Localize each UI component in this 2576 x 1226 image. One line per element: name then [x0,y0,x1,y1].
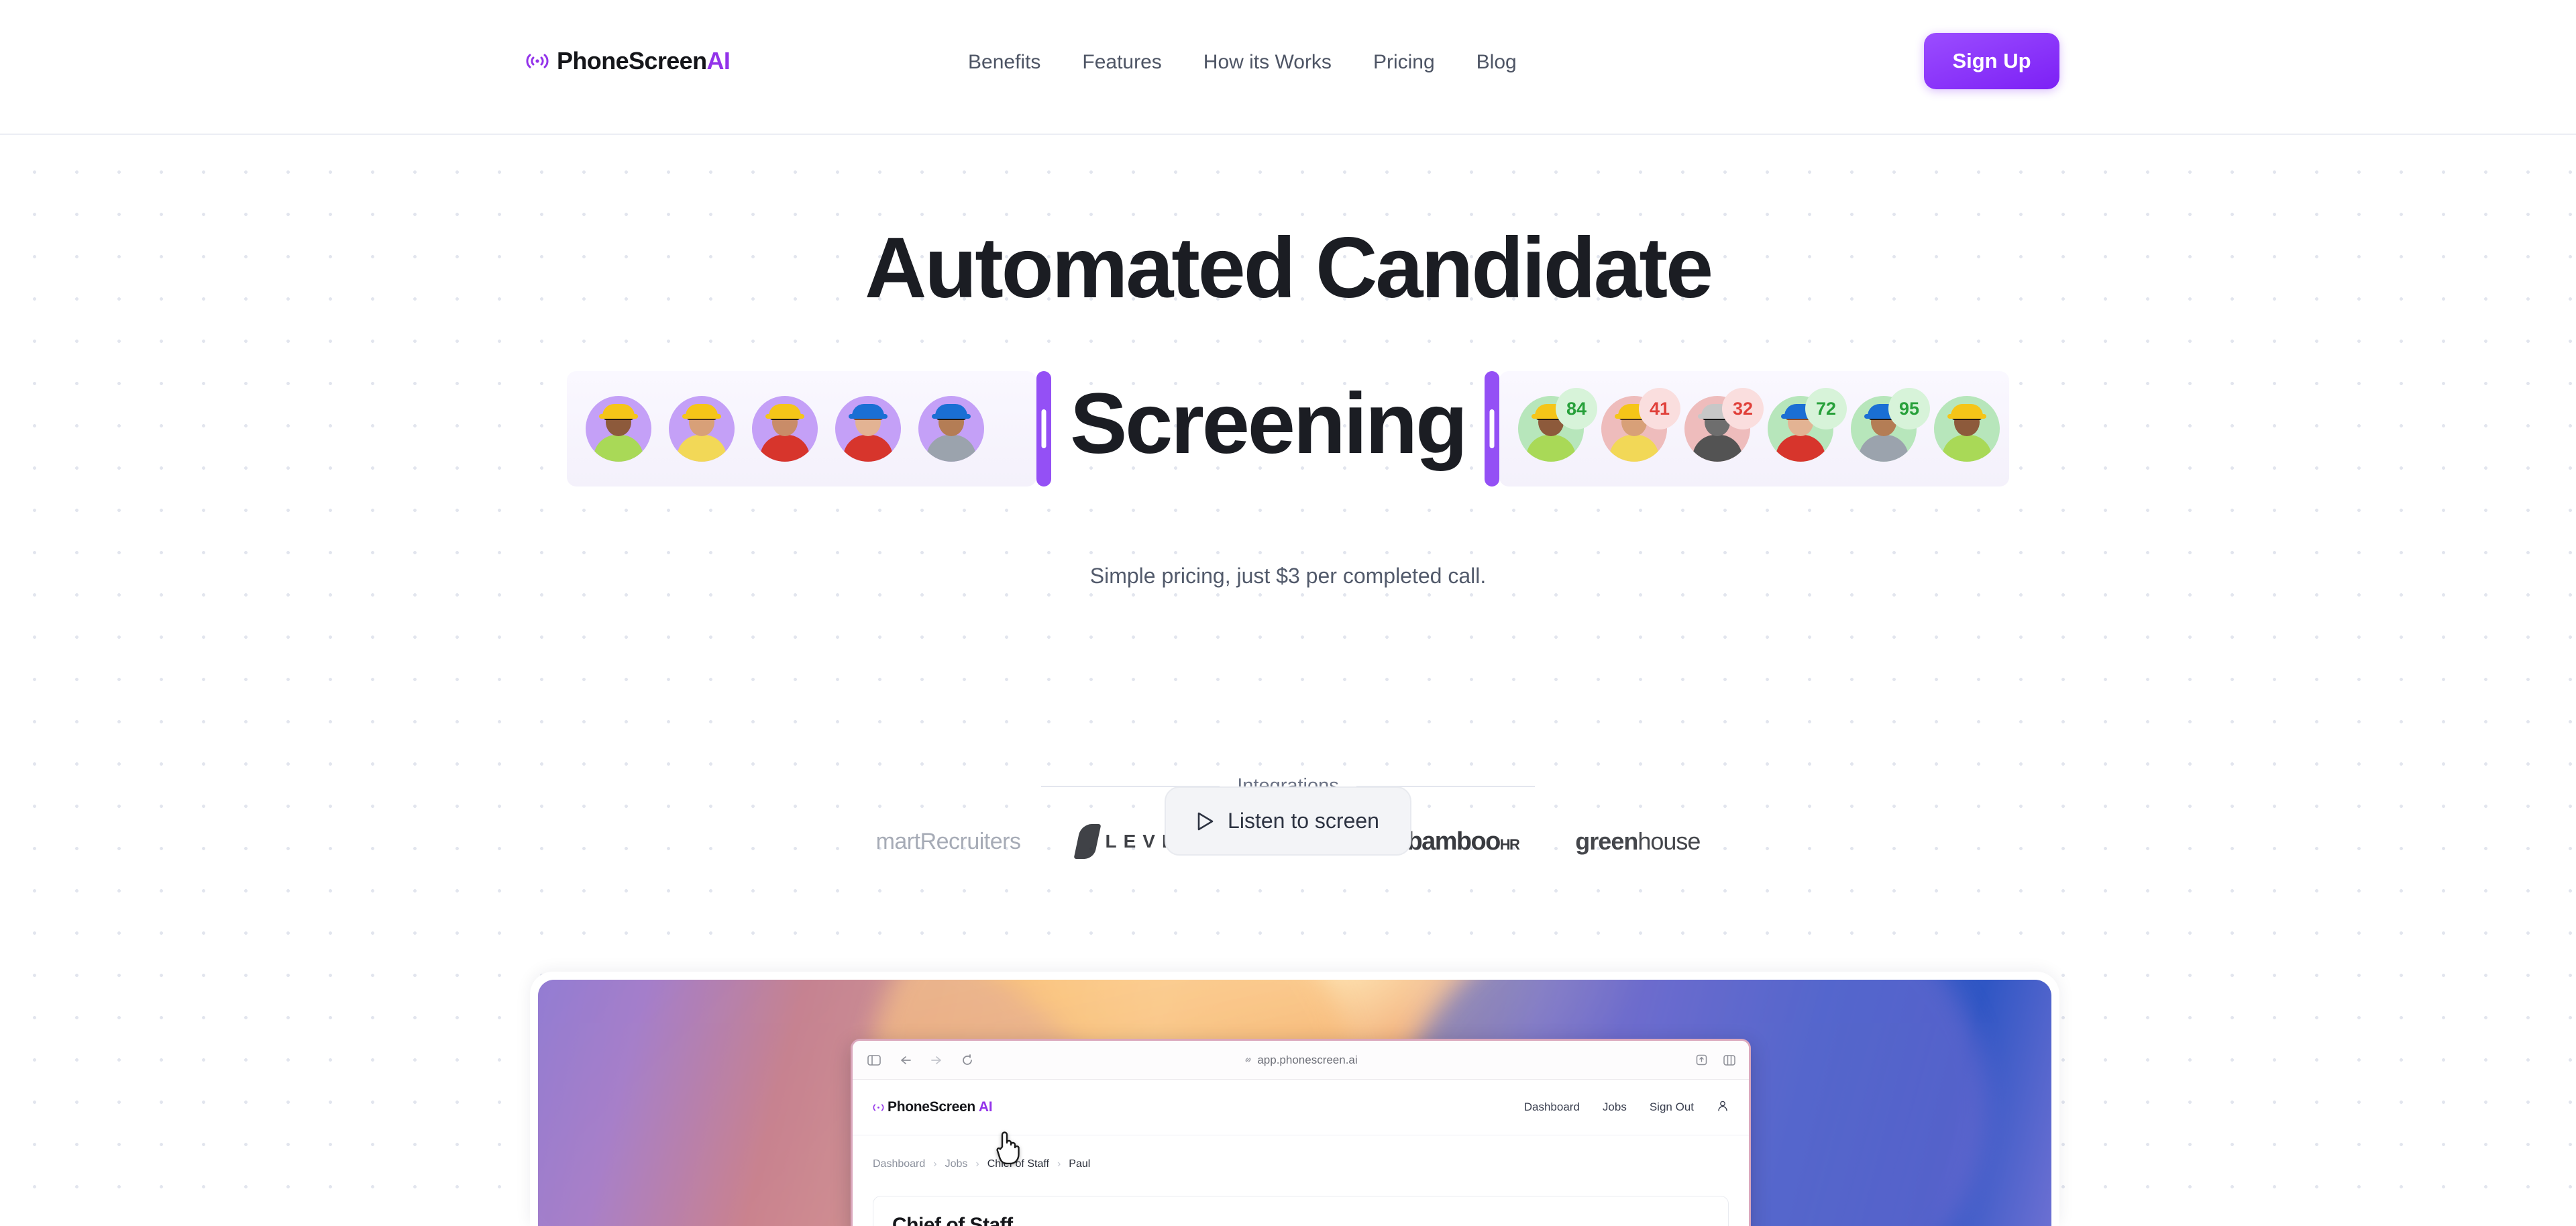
app-nav-jobs[interactable]: Jobs [1603,1101,1627,1114]
app-nav-sign-out[interactable]: Sign Out [1650,1101,1694,1114]
hand-cursor-icon [994,1127,1020,1168]
app-nav-links: Dashboard Jobs Sign Out [1524,1100,1729,1115]
app-logo-accent: AI [978,1099,993,1115]
avatar-candidate-1 [585,396,651,462]
brand-logo-text: PhoneScreenAI [557,47,731,75]
nav-item-features[interactable]: Features [1082,51,1161,74]
main-nav: Benefits Features How its Works Pricing … [968,51,1517,74]
app-navbar: PhoneScreen AI Dashboard Jobs Sign Out [853,1080,1749,1135]
nav-item-how-it-works[interactable]: How its Works [1203,51,1332,74]
tabs-icon[interactable] [1723,1054,1735,1066]
share-icon[interactable] [1696,1054,1707,1066]
product-screenshot-mockup: app.phonescreen.ai PhoneScreen AI Dashbo… [530,972,2059,1226]
avatar-candidate-2: 41 [1601,388,1681,462]
score-badge: 32 [1722,388,1764,429]
avatar-carousel-right[interactable]: 84 41 32 72 95 [1499,371,2010,487]
avatar-candidate-5 [918,396,984,462]
carousel-handle-left[interactable] [1036,371,1051,487]
brand-logo[interactable]: PhoneScreenAI [525,47,731,75]
breadcrumb-jobs[interactable]: Jobs [945,1158,968,1170]
score-badge: 72 [1805,388,1847,429]
reload-icon[interactable] [961,1054,973,1066]
hero-cta-wrapper: Listen to screen [0,786,2576,856]
nav-item-pricing[interactable]: Pricing [1373,51,1435,74]
score-badge: 84 [1556,388,1598,429]
app-logo[interactable]: PhoneScreen AI [873,1099,993,1115]
avatar-candidate-4 [835,396,901,462]
avatar-person-illustration [586,396,651,462]
breadcrumb-paul[interactable]: Paul [1069,1158,1090,1170]
avatar-carousel-left[interactable] [566,371,1036,487]
breadcrumb-separator: › [933,1158,937,1170]
browser-window: app.phonescreen.ai PhoneScreen AI Dashbo… [851,1039,1751,1226]
avatar-candidate-1: 84 [1518,388,1598,462]
avatar-candidate-3 [751,396,818,462]
avatar-person-illustration [918,396,984,462]
link-icon [1245,1058,1251,1062]
brand-logo-main: PhoneScreen [557,47,707,74]
desktop-wallpaper: app.phonescreen.ai PhoneScreen AI Dashbo… [538,980,2051,1226]
carousel-handle-right[interactable] [1485,371,1500,487]
browser-toolbar: app.phonescreen.ai [853,1041,1749,1080]
phone-signal-icon [525,49,549,73]
site-header: PhoneScreenAI Benefits Features How its … [0,0,2576,135]
avatar-partial-next [1934,396,2000,462]
avatar-person-illustration [669,396,735,462]
sign-up-button[interactable]: Sign Up [1924,33,2059,89]
play-icon [1197,811,1214,831]
avatar-candidate-4: 72 [1768,388,1847,462]
score-badge: 95 [1888,388,1931,429]
forward-icon[interactable] [930,1055,943,1066]
avatar-candidate-3: 32 [1684,388,1764,462]
phone-signal-icon [873,1103,884,1111]
nav-item-benefits[interactable]: Benefits [968,51,1040,74]
headline-row-with-avatars: Screening 84 41 32 72 95 [0,362,2576,496]
avatar-candidate-5: 95 [1851,388,1931,462]
page-title-line2: Screening [1069,376,1468,472]
listen-to-screen-button[interactable]: Listen to screen [1165,786,1411,856]
score-badge: 41 [1639,388,1681,429]
back-icon[interactable] [900,1055,912,1066]
sidebar-icon[interactable] [867,1054,881,1066]
user-icon[interactable] [1717,1100,1729,1115]
app-nav-dashboard[interactable]: Dashboard [1524,1101,1580,1114]
breadcrumb: Dashboard › Jobs › Chief of Staff › Paul [853,1135,1749,1170]
page-title: Automated Candidate [865,220,1713,316]
avatar-person-illustration [835,396,901,462]
browser-url-text: app.phonescreen.ai [1257,1053,1358,1066]
brand-logo-accent: AI [706,47,731,74]
app-logo-main: PhoneScreen [888,1099,975,1115]
hero-subtitle: Simple pricing, just $3 per completed ca… [1089,564,1487,588]
avatar-candidate-2 [668,396,735,462]
nav-item-blog[interactable]: Blog [1477,51,1517,74]
job-detail-card: Chief of Staff [873,1196,1729,1226]
browser-url-bar[interactable]: app.phonescreen.ai [853,1054,1749,1067]
avatar-person-illustration [752,396,818,462]
breadcrumb-separator: › [1057,1158,1061,1170]
job-title: Chief of Staff [892,1214,1013,1226]
breadcrumb-separator: › [975,1158,979,1170]
avatar-person-illustration [1934,396,2000,462]
breadcrumb-dashboard[interactable]: Dashboard [873,1158,925,1170]
listen-to-screen-label: Listen to screen [1228,809,1379,833]
